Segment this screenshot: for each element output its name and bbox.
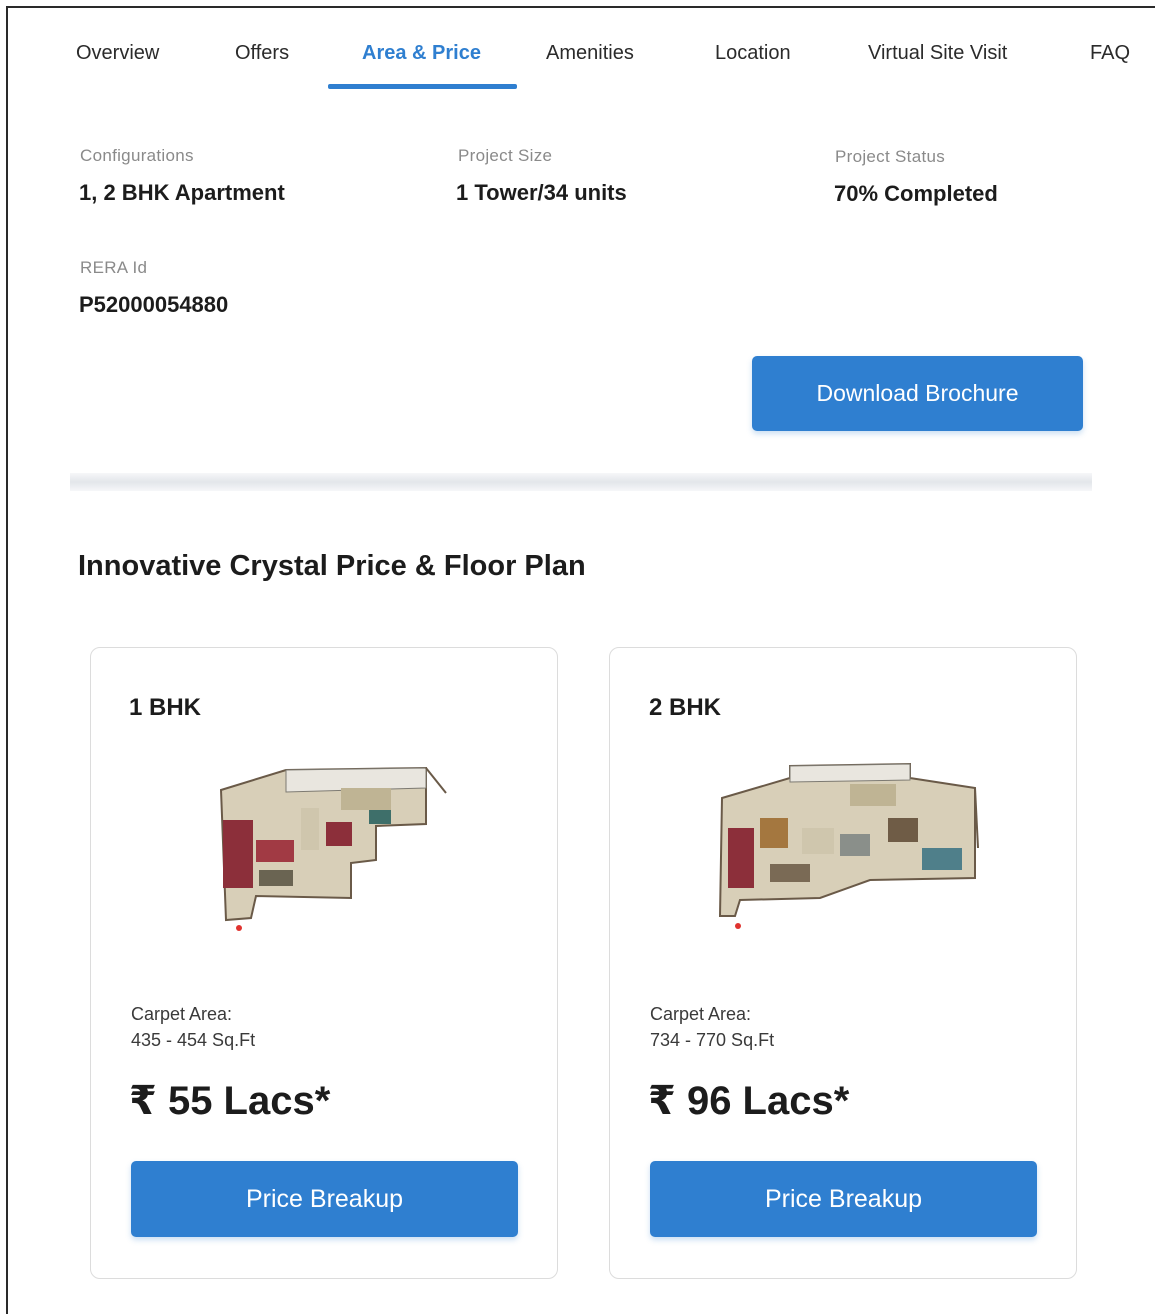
carpet-area-value: 734 - 770 Sq.Ft — [650, 1030, 775, 1050]
configurations-label: Configurations — [80, 146, 194, 165]
unit-card-2bhk: 2 BHK Carpet Area: 734 - 770 Sq.Ft ₹ 96 … — [609, 647, 1077, 1279]
floor-plan-2bhk-image — [718, 762, 979, 929]
active-tab-indicator — [328, 84, 517, 89]
project-size-label: Project Size — [458, 146, 553, 165]
carpet-area-label: Carpet Area: — [650, 1004, 752, 1024]
carpet-area-value: 435 - 454 Sq.Ft — [131, 1030, 256, 1050]
unit-price: ₹ 96 Lacs* — [648, 1079, 850, 1123]
price-breakup-button[interactable]: Price Breakup — [650, 1161, 1037, 1237]
unit-price: ₹ 55 Lacs* — [129, 1079, 331, 1123]
rera-id-value: P52000054880 — [79, 292, 229, 317]
carpet-area-label: Carpet Area: — [131, 1004, 233, 1024]
unit-title: 2 BHK — [649, 694, 722, 721]
download-brochure-button[interactable]: Download Brochure — [752, 356, 1083, 431]
tab-overview[interactable]: Overview — [76, 42, 159, 65]
section-divider — [70, 473, 1092, 491]
unit-card-1bhk: 1 BHK Carpet Area: 435 - 454 Sq.Ft ₹ 55 … — [90, 647, 558, 1279]
configurations-value: 1, 2 BHK Apartment — [79, 180, 285, 205]
price-breakup-button[interactable]: Price Breakup — [131, 1161, 518, 1237]
project-status-label: Project Status — [835, 147, 946, 166]
tab-location[interactable]: Location — [715, 42, 791, 65]
tab-virtual-site-visit[interactable]: Virtual Site Visit — [868, 42, 1007, 65]
tab-amenities[interactable]: Amenities — [546, 42, 634, 65]
section-title: Innovative Crystal Price & Floor Plan — [78, 550, 586, 582]
tab-offers[interactable]: Offers — [235, 42, 289, 65]
section-nav-tabs: Overview Offers Area & Price Amenities L… — [0, 0, 1155, 118]
project-status-value: 70% Completed — [834, 181, 998, 206]
tab-faq[interactable]: FAQ — [1090, 42, 1130, 65]
rera-id-label: RERA Id — [80, 258, 148, 277]
unit-title: 1 BHK — [129, 694, 202, 721]
floor-plan-1bhk-image — [219, 766, 447, 931]
project-size-value: 1 Tower/34 units — [456, 180, 627, 205]
tab-area-price[interactable]: Area & Price — [362, 42, 481, 65]
